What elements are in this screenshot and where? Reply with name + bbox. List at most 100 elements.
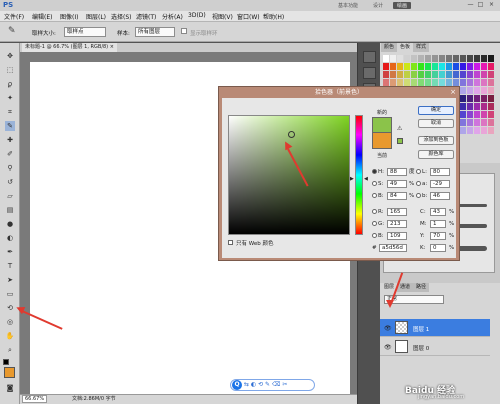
hue-slider-handle-left[interactable]: ▶ [350,176,354,182]
3d-rotate-icon[interactable]: ⟲ [5,303,15,313]
radio-g[interactable] [372,221,377,226]
swatch-cell[interactable] [397,71,403,78]
swatch-cell[interactable] [411,79,417,86]
swatch-cell[interactable] [481,71,487,78]
swatch-cell[interactable] [453,79,459,86]
swatch-cell[interactable] [481,95,487,102]
swatch-cell[interactable] [481,87,487,94]
swatch-cell[interactable] [404,63,410,70]
swatch-cell[interactable] [432,55,438,62]
swatch-cell[interactable] [474,119,480,126]
clone-stamp-icon[interactable]: ⚲ [5,163,15,173]
l-input[interactable]: 80 [430,168,450,176]
workspace-essentials[interactable]: 基本功能 [338,2,358,9]
zoom-level[interactable]: 66.67% [22,395,48,403]
swatch-cell[interactable] [467,95,473,102]
swatch-cell[interactable] [460,87,466,94]
swatch-cell[interactable] [467,103,473,110]
radio-blue[interactable] [372,233,377,238]
radio-r[interactable] [372,209,377,214]
radio-lab-b[interactable] [416,193,421,198]
eyedropper-tool-icon[interactable]: ✎ [5,121,15,131]
menu-view[interactable]: 视图(V) [212,12,233,21]
radio-s[interactable] [372,181,377,186]
layer-row[interactable]: 👁 图层 1 [380,319,490,337]
swatch-cell[interactable] [411,63,417,70]
swatch-cell[interactable] [425,79,431,86]
type-tool-icon[interactable]: T [5,261,15,271]
swatch-cell[interactable] [446,63,452,70]
hue-slider[interactable] [355,115,363,235]
path-select-icon[interactable]: ➤ [5,275,15,285]
swatch-cell[interactable] [439,71,445,78]
gradient-tool-icon[interactable]: ▤ [5,205,15,215]
radio-l[interactable] [416,169,421,174]
swatch-cell[interactable] [488,63,494,70]
swatch-cell[interactable] [432,63,438,70]
menu-window[interactable]: 窗口(W) [237,12,260,21]
swatch-cell[interactable] [460,63,466,70]
eraser-tool-icon[interactable]: ▱ [5,191,15,201]
lab-b-input[interactable]: 46 [430,192,450,200]
workspace-design[interactable]: 设计 [373,2,383,9]
history-brush-icon[interactable]: ↺ [5,177,15,187]
menu-filter[interactable]: 滤镜(T) [136,12,156,21]
swatch-cell[interactable] [488,71,494,78]
swatch-cell[interactable] [425,55,431,62]
swatch-cell[interactable] [474,103,480,110]
swatch-cell[interactable] [418,63,424,70]
show-ring-checkbox[interactable] [181,28,187,34]
menu-3d[interactable]: 3D(D) [188,12,206,19]
document-tab[interactable]: 未标题-1 @ 66.7% (图层 1, RGB/8) × [22,43,117,52]
swatch-cell[interactable] [446,55,452,62]
marquee-tool-icon[interactable]: ⬚ [5,65,15,75]
dodge-tool-icon[interactable]: ◐ [5,233,15,243]
menu-analysis[interactable]: 分析(A) [162,12,183,21]
swatch-cell[interactable] [453,63,459,70]
swatch-cell[interactable] [488,119,494,126]
m-input[interactable]: 1 [430,220,446,228]
swatch-cell[interactable] [474,79,480,86]
swatch-cell[interactable] [474,95,480,102]
swatch-cell[interactable] [488,79,494,86]
web-only-checkbox[interactable] [228,240,233,245]
swatch-cell[interactable] [390,79,396,86]
pen-tool-icon[interactable]: ✒ [5,247,15,257]
swatch-cell[interactable] [418,55,424,62]
swatch-cell[interactable] [488,111,494,118]
tab-paths[interactable]: 路径 [413,283,430,292]
tab-channels[interactable]: 通道 [397,283,414,292]
swatch-cell[interactable] [439,63,445,70]
swatch-cell[interactable] [467,111,473,118]
swatch-cell[interactable] [460,111,466,118]
swatch-cell[interactable] [418,79,424,86]
swatch-cell[interactable] [404,79,410,86]
sample-select[interactable]: 所有图层 [135,27,175,37]
swatch-cell[interactable] [432,71,438,78]
eye-icon[interactable]: 👁 [384,325,392,332]
crop-tool-icon[interactable]: ⌗ [5,107,15,117]
swatch-cell[interactable] [411,55,417,62]
b-input[interactable]: 84 [387,192,407,200]
swatch-cell[interactable] [383,71,389,78]
swatch-cell[interactable] [474,63,480,70]
close-icon[interactable]: × [450,88,456,96]
swatch-cell[interactable] [453,55,459,62]
tab-styles[interactable]: 样式 [413,43,430,52]
workspace-painting[interactable]: 绘画 [393,2,412,9]
floatbar-logo[interactable]: Q [232,380,242,390]
swatch-cell[interactable] [460,95,466,102]
a-input[interactable]: -29 [430,180,450,188]
swatch-cell[interactable] [481,119,487,126]
blue-input[interactable]: 109 [387,232,407,240]
swatch-cell[interactable] [425,71,431,78]
layer-row[interactable]: 👁 图层 0 [380,338,490,356]
swatch-cell[interactable] [474,111,480,118]
swatch-cell[interactable] [467,87,473,94]
swatch-cell[interactable] [404,71,410,78]
cancel-button[interactable]: 取消 [418,119,454,128]
swatch-cell[interactable] [488,95,494,102]
blur-tool-icon[interactable]: ● [5,219,15,229]
add-to-swatches-button[interactable]: 添加到色板 [418,136,454,145]
swatch-cell[interactable] [446,79,452,86]
